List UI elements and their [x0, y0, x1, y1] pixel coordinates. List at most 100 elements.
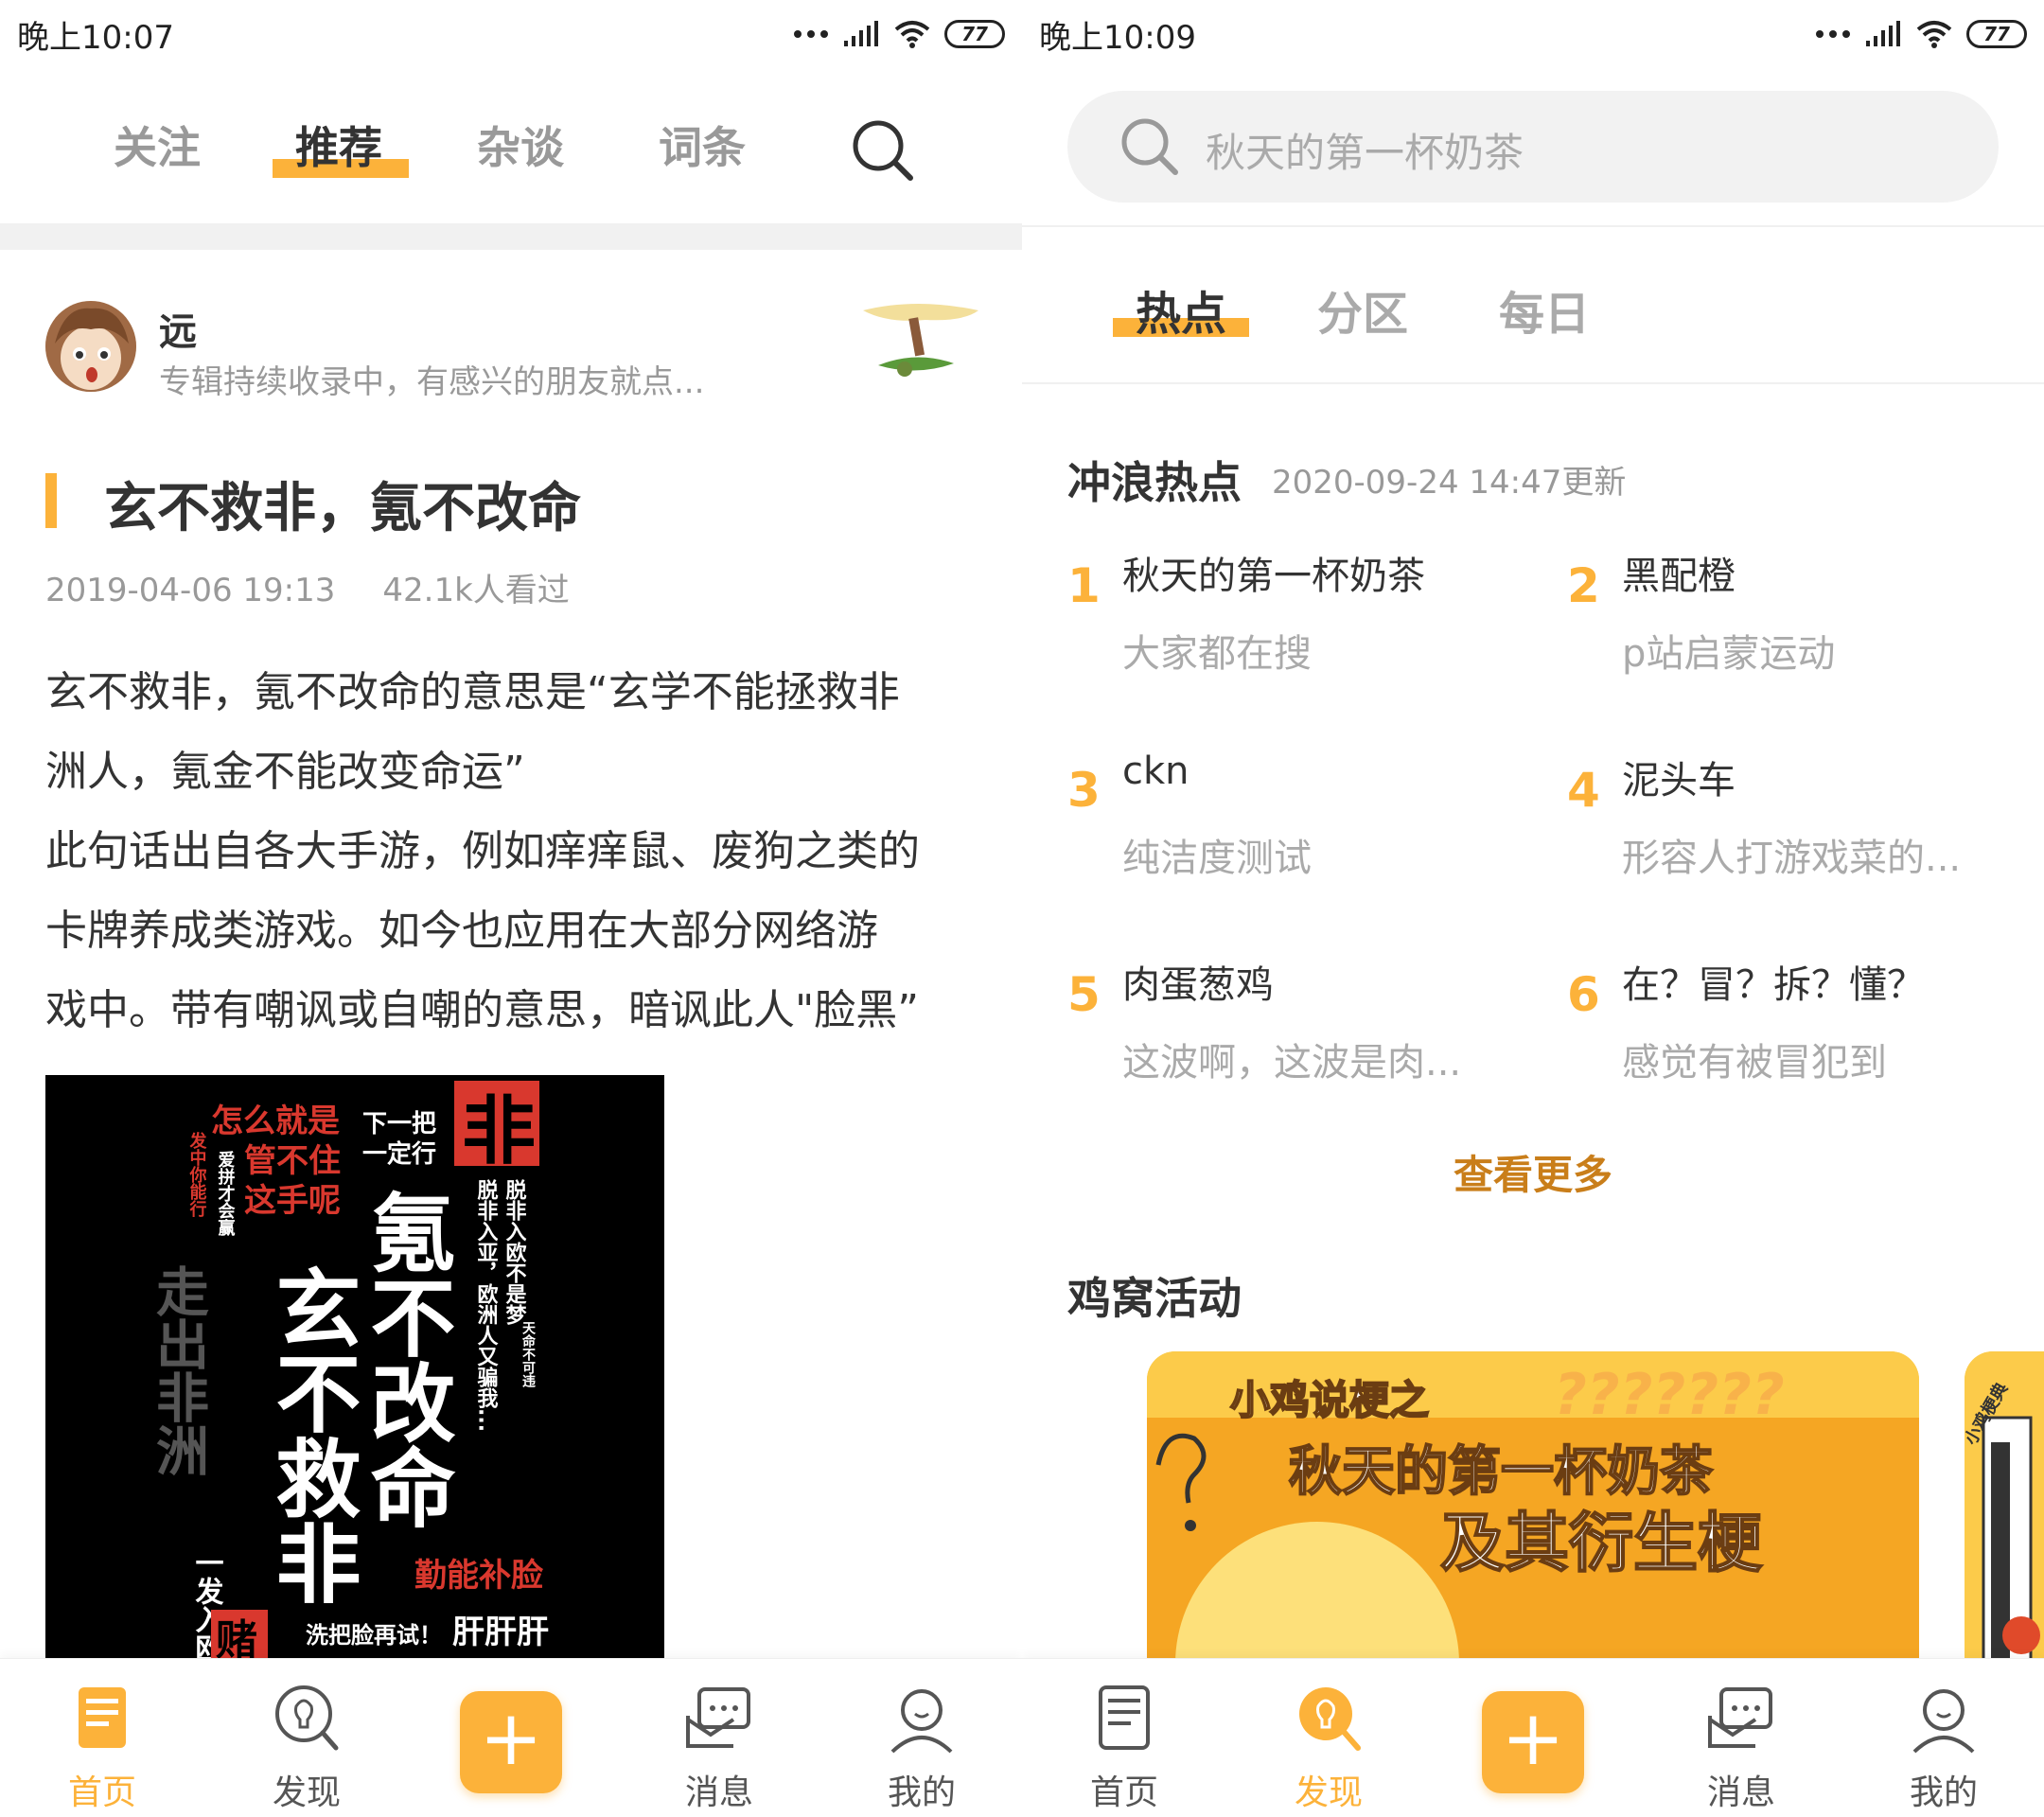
hot-subtitle: 感觉有被冒犯到	[1622, 1041, 1887, 1085]
hot-title: 在？冒？拆？懂？	[1622, 963, 1925, 1007]
tab-entries[interactable]: 词条	[659, 114, 746, 176]
home-screen: 晚上10:07 77 关注 推荐 杂谈 词条 远 专辑持续收录中，有感兴的朋友就…	[0, 0, 1022, 1817]
hot-title: 黑配橙	[1622, 555, 1736, 598]
add-post-button[interactable]: +	[1482, 1691, 1584, 1793]
more-dots-icon	[794, 30, 828, 38]
bottom-nav: 首页 发现 + 消息 我的	[0, 1658, 1022, 1817]
image-text: 下一把	[362, 1110, 436, 1138]
article-image[interactable]: 怎么就是 管不住 这手呢 下一把 一定行 非 发中你能行 爱拼才会赢 脱非入欧不…	[45, 1075, 664, 1662]
image-text: 洗把脸再试！	[306, 1622, 442, 1649]
hot-item[interactable]: 6 在？冒？拆？懂？ 感觉有被冒犯到	[1567, 954, 2021, 1124]
image-text: 脱非入亚，欧洲人又骗我...	[474, 1179, 499, 1432]
hot-updated-time: 2020-09-24 14:47更新	[1272, 464, 1627, 502]
add-post-button[interactable]: +	[460, 1691, 562, 1793]
lightbulb-icon	[1299, 1687, 1361, 1751]
hot-subtitle: 纯洁度测试	[1122, 837, 1312, 880]
hot-title: 秋天的第一杯奶茶	[1122, 555, 1425, 598]
title-accent-bar	[45, 473, 57, 528]
nav-label: 首页	[1089, 1773, 1158, 1812]
author-description: 专辑持续收录中，有感兴的朋友就点...	[159, 363, 705, 401]
hot-section-title: 冲浪热点	[1067, 457, 1242, 508]
message-icon	[1708, 1687, 1772, 1748]
hot-rank: 1	[1067, 558, 1101, 613]
nav-discover[interactable]: 发现	[231, 1668, 382, 1814]
image-text: 这手呢	[244, 1182, 341, 1220]
nav-home[interactable]: 首页	[1048, 1668, 1200, 1814]
message-icon	[686, 1687, 750, 1748]
top-tabs: 关注 推荐 杂谈 词条	[0, 104, 1022, 189]
search-input[interactable]: 秋天的第一杯奶茶	[1067, 91, 1999, 203]
tab-follow[interactable]: 关注	[114, 114, 201, 176]
image-text: 氪不改命	[356, 1189, 456, 1529]
hot-item[interactable]: 2 黑配橙 p站启蒙运动	[1567, 545, 2021, 715]
discover-screen: 晚上10:09 77 秋天的第一杯奶茶 热点 分区 每日 冲浪热点 2020-0…	[1022, 0, 2044, 1817]
user-icon	[890, 1689, 953, 1754]
article-views: 42.1k人看过	[382, 572, 570, 609]
hot-rank: 2	[1567, 558, 1600, 613]
search-icon	[1121, 118, 1178, 175]
tab-daily[interactable]: 每日	[1499, 276, 1590, 343]
article-line: 戏中。带有嘲讽或自嘲的意思，暗讽此人"脸黑”	[45, 986, 920, 1034]
image-text: 肝肝肝	[452, 1614, 549, 1651]
nav-discover[interactable]: 发现	[1253, 1668, 1404, 1814]
sub-tabs: 热点 分区 每日	[1022, 265, 2044, 360]
lightbulb-icon	[275, 1685, 339, 1751]
hot-rank: 5	[1067, 967, 1101, 1022]
nav-profile[interactable]: 我的	[846, 1668, 997, 1814]
divider	[1022, 225, 2044, 227]
nav-messages[interactable]: 消息	[1665, 1668, 1817, 1814]
image-text: 管不住	[244, 1142, 341, 1180]
banner-title-line1: 小鸡说梗之	[1230, 1377, 1429, 1423]
article-line: 洲人，氪金不能改变命运”	[45, 748, 525, 796]
author-name[interactable]: 远	[159, 301, 197, 356]
banner-question-marks: ???????	[1554, 1362, 1785, 1428]
hot-item[interactable]: 3 ckn 纯洁度测试	[1067, 750, 1522, 920]
nav-label: 消息	[1706, 1773, 1775, 1812]
nav-messages[interactable]: 消息	[643, 1668, 795, 1814]
signal-icon	[1866, 21, 1900, 46]
status-time: 晚上10:07	[17, 18, 174, 57]
hot-title: 肉蛋葱鸡	[1122, 963, 1274, 1007]
image-text: 脱非入欧不是梦	[502, 1179, 527, 1326]
nav-label: 发现	[1294, 1773, 1363, 1812]
article-title: 玄不救非，氪不改命	[104, 478, 581, 539]
tab-hot[interactable]: 热点	[1136, 276, 1226, 343]
more-dots-icon	[1816, 30, 1850, 38]
image-text: 怎么就是	[211, 1103, 340, 1140]
user-icon	[1912, 1689, 1975, 1754]
hot-subtitle: 形容人打游戏菜的...	[1622, 837, 1962, 880]
avatar[interactable]	[45, 301, 136, 392]
battery-icon: 77	[1966, 20, 2027, 48]
section-divider	[0, 223, 1022, 250]
image-text: 发中你能行	[187, 1131, 208, 1217]
status-bar: 晚上10:09 77	[1022, 0, 2044, 68]
tab-sections[interactable]: 分区	[1317, 276, 1408, 343]
activity-banner[interactable]: 小鸡说梗之 ??????? 秋天的第一杯奶茶 及其衍生梗	[1147, 1351, 1919, 1662]
hot-rank: 6	[1567, 967, 1600, 1022]
banner-title-line2: 秋天的第一杯奶茶	[1289, 1441, 1713, 1503]
nav-label: 首页	[67, 1773, 136, 1812]
see-more-link[interactable]: 查看更多	[1022, 1143, 2044, 1201]
status-time: 晚上10:09	[1039, 18, 1196, 57]
signal-icon	[844, 21, 878, 46]
nav-label: 发现	[272, 1773, 341, 1812]
article-line: 此句话出自各大手游，例如痒痒鼠、废狗之类的	[45, 827, 920, 875]
tab-chat[interactable]: 杂谈	[477, 114, 564, 176]
nav-home[interactable]: 首页	[26, 1668, 178, 1814]
hot-item[interactable]: 1 秋天的第一杯奶茶 大家都在搜	[1067, 545, 1522, 715]
image-text: 天命不可违	[520, 1321, 537, 1388]
nav-profile[interactable]: 我的	[1868, 1668, 2019, 1814]
tab-recommend[interactable]: 推荐	[295, 114, 382, 176]
hot-subtitle: 这波啊，这波是肉...	[1122, 1041, 1462, 1085]
status-icons: 77	[793, 20, 1005, 48]
status-bar: 晚上10:07 77	[0, 0, 1022, 68]
hot-item[interactable]: 5 肉蛋葱鸡 这波啊，这波是肉...	[1067, 954, 1522, 1124]
divider	[1022, 382, 2044, 384]
hot-rank: 4	[1567, 763, 1600, 818]
image-text: 走出非洲	[148, 1264, 209, 1476]
nav-label: 消息	[684, 1773, 753, 1812]
document-icon	[1099, 1685, 1150, 1750]
hot-item[interactable]: 4 泥头车 形容人打游戏菜的...	[1567, 750, 2021, 920]
search-icon[interactable]	[850, 117, 916, 184]
activity-banner-next[interactable]: 小鸡梗典	[1965, 1351, 2044, 1662]
